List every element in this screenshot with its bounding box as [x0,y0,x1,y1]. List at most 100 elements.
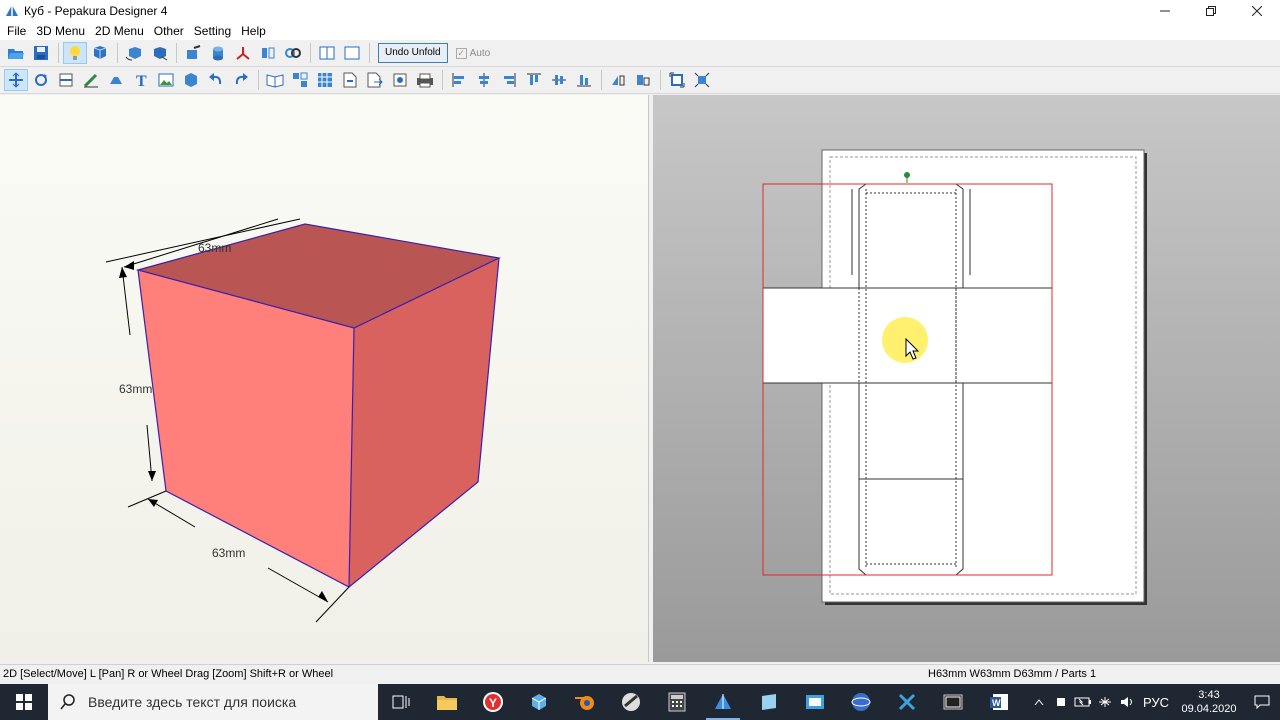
rotate-handle[interactable] [904,172,910,178]
distribute-v-button[interactable] [631,69,655,91]
globe-app-icon [851,693,871,711]
taskbar-inkscape[interactable] [608,684,654,720]
taskbar-calculator[interactable] [654,684,700,720]
print-preview-icon [393,73,407,87]
clock-date: 09.04.2020 [1181,703,1237,715]
align-bottom-icon [577,75,591,87]
link-button[interactable] [281,42,305,64]
auto-checkbox[interactable]: ✓ Auto [455,47,490,59]
minimize-button[interactable] [1142,0,1188,22]
cylinder-button[interactable] [206,42,230,64]
taskbar: Введите здесь текст для поиска Y W РУС 3… [0,684,1280,720]
taskbar-terminal[interactable] [930,684,976,720]
text-button[interactable]: T [129,69,153,91]
taskbar-pepakura[interactable] [700,684,746,720]
export-button[interactable] [363,69,387,91]
cube-3d-model[interactable]: 63mm 63mm 63mm [0,95,648,662]
axis-button[interactable] [231,42,255,64]
close-icon [1252,6,1262,16]
undo-button[interactable] [204,69,228,91]
align-top-button[interactable] [522,69,546,91]
view-3d[interactable]: 63mm 63mm 63mm [0,95,648,662]
restore-button[interactable] [1188,0,1234,22]
select-move-button[interactable] [4,69,28,91]
align-middle-button[interactable] [547,69,571,91]
start-button[interactable] [0,684,48,720]
mirror-button[interactable] [256,42,280,64]
tray-network[interactable] [1094,684,1116,720]
menu-other[interactable]: Other [149,22,189,40]
tray-overflow-button[interactable] [1028,684,1050,720]
book-button[interactable] [263,69,287,91]
view-2d[interactable] [653,95,1280,662]
align-left-button[interactable] [447,69,471,91]
menu-help[interactable]: Help [236,22,271,40]
unfold-button[interactable] [88,42,112,64]
menu-2d[interactable]: 2D Menu [90,22,149,40]
menu-setting[interactable]: Setting [189,22,236,40]
texture-toggle-button[interactable] [63,42,87,64]
taskbar-geogebra[interactable] [838,684,884,720]
undo-unfold-button[interactable]: Undo Unfold [378,43,448,63]
scale-model-button[interactable] [147,42,171,64]
menu-file[interactable]: File [2,22,31,40]
flap-icon [110,77,122,84]
single-view-icon [344,46,360,60]
rotate-part-button[interactable] [29,69,53,91]
tray-battery[interactable] [1072,684,1094,720]
page-grid-button[interactable] [313,69,337,91]
print-preview-button[interactable] [388,69,412,91]
print-button[interactable] [413,69,437,91]
taskbar-word[interactable]: W [976,684,1022,720]
taskbar-yandex[interactable]: Y [470,684,516,720]
calculator-icon [668,692,686,712]
rotate-model-button[interactable] [122,42,146,64]
part-button[interactable] [179,69,203,91]
box-edit-icon [187,45,201,59]
unfold-2d-canvas[interactable] [653,95,1280,662]
redo-button[interactable] [229,69,253,91]
fit-page-button[interactable] [665,69,689,91]
join-edge-button[interactable] [54,69,78,91]
taskbar-search[interactable]: Введите здесь текст для поиска [48,684,378,720]
close-button[interactable] [1234,0,1280,22]
taskbar-window-app[interactable] [792,684,838,720]
menu-3d[interactable]: 3D Menu [31,22,90,40]
distribute-h-button[interactable] [606,69,630,91]
zoom-parts-button[interactable] [690,69,714,91]
taskbar-blender[interactable] [562,684,608,720]
arrange-button[interactable] [288,69,312,91]
image-button[interactable] [154,69,178,91]
align-top-icon [527,73,541,85]
split-view-button[interactable] [315,42,339,64]
taskbar-notes[interactable] [746,684,792,720]
distribute-v-icon [637,75,650,86]
yandex-browser-icon: Y [483,692,503,712]
open-button[interactable] [4,42,28,64]
taskbar-explorer[interactable] [424,684,470,720]
pepakura-icon [715,694,731,709]
taskbar-clock[interactable]: 3:43 09.04.2020 [1174,688,1244,716]
task-view-button[interactable] [378,684,424,720]
align-right-button[interactable] [497,69,521,91]
tray-volume[interactable] [1116,684,1138,720]
align-center-h-button[interactable] [472,69,496,91]
align-bottom-button[interactable] [572,69,596,91]
notifications-button[interactable] [1244,695,1280,709]
import-button[interactable] [338,69,362,91]
language-indicator[interactable]: РУС [1138,684,1174,720]
pencil-icon [83,73,98,88]
unfold-icon [93,46,107,59]
tray-app-button[interactable] [1050,684,1072,720]
flap-button[interactable] [104,69,128,91]
fold-line-button[interactable] [79,69,103,91]
status-hint: 2D [Select/Move] L [Pan] R or Wheel Drag… [3,668,334,680]
chevron-up-icon [1034,699,1044,706]
edit-model-button[interactable] [181,42,205,64]
taskbar-ms-app[interactable] [884,684,930,720]
taskbar-3d-app[interactable] [516,684,562,720]
single-view-button[interactable] [340,42,364,64]
save-button[interactable] [29,42,53,64]
cube-scale-icon [154,47,168,61]
cursor-highlight [882,317,928,363]
